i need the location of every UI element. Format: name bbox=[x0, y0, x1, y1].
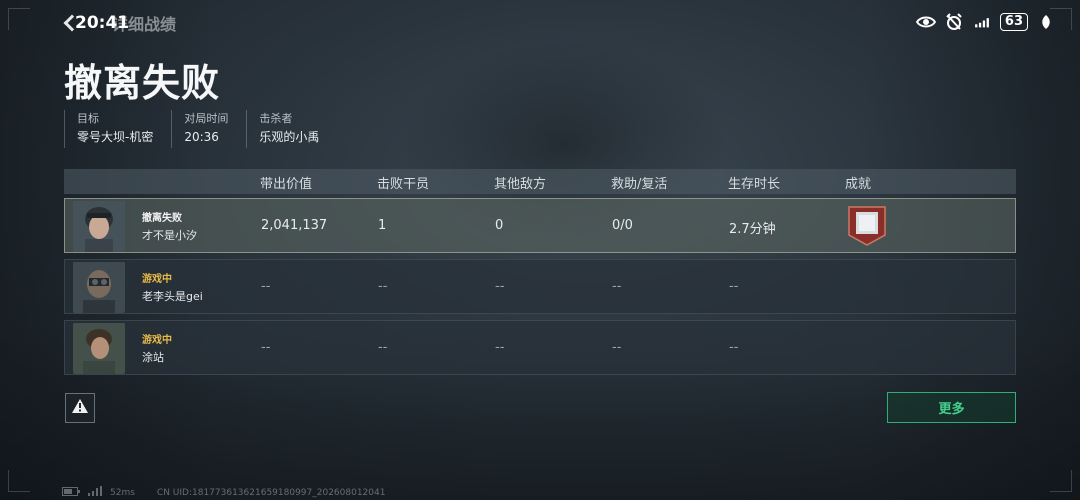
cell-kills: 1 bbox=[378, 218, 387, 233]
info-target: 目标 零号大坝-机密 bbox=[64, 110, 171, 148]
player-name: 才不是小汐 bbox=[142, 229, 197, 242]
ping-value: 52ms bbox=[110, 487, 135, 498]
eye-icon bbox=[915, 12, 936, 32]
cell-value: -- bbox=[261, 279, 271, 294]
column-header: 击败干员 bbox=[377, 177, 430, 192]
uid-text: CN UID:1817736136216591809​97_2026080120… bbox=[156, 487, 386, 498]
info-value: 乐观的小禹 bbox=[259, 130, 320, 144]
avatar bbox=[73, 262, 125, 313]
column-header: 其他敌方 bbox=[494, 177, 547, 192]
info-label: 对局时间 bbox=[184, 112, 229, 125]
signal-icon bbox=[972, 12, 992, 32]
footer: 52ms CN UID:1817736136216591809​97_20260… bbox=[62, 486, 385, 499]
column-header: 救助/复活 bbox=[611, 177, 668, 192]
table-header: 带出价值 击败干员 其他敌方 救助/复活 生存时长 成就 bbox=[64, 169, 1016, 194]
info-label: 击杀者 bbox=[259, 112, 293, 125]
warning-icon bbox=[71, 398, 89, 418]
avatar bbox=[73, 201, 125, 252]
battery-level: 63 bbox=[999, 13, 1028, 31]
cell-revives: 0/0 bbox=[612, 218, 633, 233]
player-state: 游戏中 bbox=[142, 274, 172, 285]
report-button[interactable] bbox=[65, 393, 95, 423]
cell-revives: -- bbox=[612, 279, 622, 294]
info-killer: 击杀者 乐观的小禹 bbox=[246, 110, 337, 148]
alarm-off-icon bbox=[944, 12, 964, 32]
leaf-icon bbox=[1036, 12, 1056, 32]
player-state: 撤离失败 bbox=[142, 213, 182, 224]
cell-survival-time: -- bbox=[729, 279, 739, 294]
table-row[interactable]: 游戏中 老李头是gei -- -- -- -- -- bbox=[64, 259, 1016, 314]
table-row[interactable]: 撤离失败 才不是小汐 2,041,137 1 0 0/0 2.7分钟 bbox=[64, 198, 1016, 253]
table-row[interactable]: 游戏中 涂站 -- -- -- -- -- bbox=[64, 320, 1016, 375]
info-label: 目标 bbox=[77, 112, 99, 125]
achievement-medal-icon[interactable] bbox=[847, 205, 887, 247]
avatar bbox=[73, 323, 125, 374]
info-match-time: 对局时间 20:36 bbox=[171, 110, 246, 148]
status-bar-right: 63 bbox=[915, 12, 1056, 32]
info-value: 零号大坝-机密 bbox=[77, 130, 154, 144]
status-time: 20:41 bbox=[75, 13, 130, 33]
more-button[interactable]: 更多 bbox=[887, 392, 1016, 423]
cell-value: -- bbox=[261, 340, 271, 355]
column-header: 带出价值 bbox=[260, 177, 313, 192]
match-info: 目标 零号大坝-机密 对局时间 20:36 击杀者 乐观的小禹 bbox=[64, 110, 337, 148]
player-name: 老李头是gei bbox=[142, 290, 203, 303]
info-value: 20:36 bbox=[184, 130, 219, 144]
player-name: 涂站 bbox=[142, 351, 164, 364]
cell-kills: -- bbox=[378, 279, 388, 294]
cell-survival-time: -- bbox=[729, 340, 739, 355]
cell-revives: -- bbox=[612, 340, 622, 355]
page-title: 撤离失败 bbox=[64, 61, 221, 105]
cell-value: 2,041,137 bbox=[261, 218, 328, 233]
column-header: 成就 bbox=[845, 177, 872, 192]
column-header: 生存时长 bbox=[728, 177, 781, 192]
cell-other-enemies: 0 bbox=[495, 218, 504, 233]
cell-kills: -- bbox=[378, 340, 388, 355]
cell-other-enemies: -- bbox=[495, 279, 505, 294]
player-state: 游戏中 bbox=[142, 335, 172, 346]
cell-other-enemies: -- bbox=[495, 340, 505, 355]
battery-small-icon bbox=[62, 486, 80, 499]
cell-survival-time: 2.7分钟 bbox=[729, 222, 776, 237]
network-icon bbox=[88, 486, 102, 499]
